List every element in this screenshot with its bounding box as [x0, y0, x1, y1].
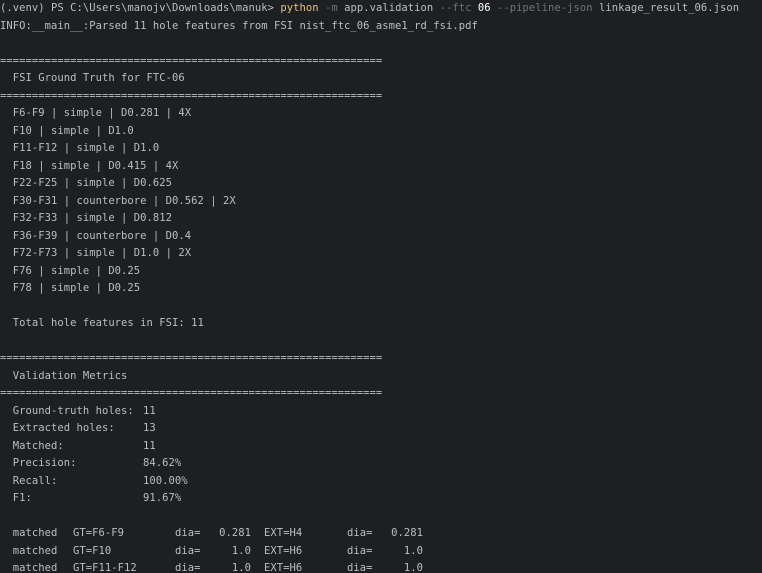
- match-gt-dia: 1.0: [231, 544, 251, 557]
- terminal-output[interactable]: (.venv) PS C:\Users\manojv\Downloads\man…: [0, 0, 762, 573]
- feature-line: F76 | simple | D0.25: [0, 264, 141, 277]
- metric-value: 11: [143, 404, 156, 417]
- match-status: matched: [0, 527, 58, 539]
- match-gt-dia: 1.0: [231, 562, 251, 573]
- metric-value: 100.00%: [143, 474, 188, 487]
- metric-row: Precision: 84.62%: [0, 455, 762, 473]
- metric-row: Recall: 100.00%: [0, 473, 762, 491]
- match-gt: GT=F6-F9: [73, 527, 124, 539]
- metric-label: Matched:: [0, 439, 64, 452]
- metric-row: Matched: 11: [0, 438, 762, 456]
- metric-label: Ground-truth holes:: [0, 404, 134, 417]
- match-dia-label: dia=: [175, 562, 201, 573]
- match-dia-label: dia=: [175, 544, 201, 557]
- match-status: matched: [0, 562, 58, 573]
- prompt-text: (.venv) PS C:\Users\manojv\Downloads\man…: [0, 2, 281, 14]
- fsi-section-title: FSI Ground Truth for FTC-06: [0, 72, 185, 84]
- match-status: matched: [0, 544, 58, 557]
- feature-line: F78 | simple | D0.25: [0, 282, 141, 294]
- total-features-line: Total hole features in FSI: 11: [0, 317, 204, 329]
- metric-value: 11: [143, 439, 156, 452]
- match-gt-dia: 0.281: [219, 527, 251, 539]
- metric-row: F1: 91.67%: [0, 490, 762, 508]
- match-ext-dia: 1.0: [403, 562, 423, 573]
- command-ftc-value: 06: [477, 2, 491, 14]
- metric-row: Extracted holes: 13: [0, 420, 762, 438]
- match-ext: EXT=H6: [264, 544, 303, 557]
- command-line: (.venv) PS C:\Users\manojv\Downloads\man…: [0, 0, 739, 18]
- feature-line: F10 | simple | D1.0: [0, 124, 134, 137]
- separator-line: ========================================…: [0, 387, 383, 399]
- command-program: python: [280, 2, 319, 14]
- feature-line: F72-F73 | simple | D1.0 | 2X: [0, 247, 192, 259]
- match-ext: EXT=H4: [264, 527, 303, 539]
- match-dia-label: dia=: [175, 527, 201, 539]
- feature-line: F18 | simple | D0.415 | 4X: [0, 159, 179, 172]
- metrics-section-title: Validation Metrics: [0, 369, 128, 382]
- command-json-file: linkage_result_06.json: [598, 2, 740, 14]
- match-gt: GT=F10: [73, 544, 112, 557]
- separator-line: ========================================…: [0, 54, 383, 67]
- feature-line: F30-F31 | counterbore | D0.562 | 2X: [0, 194, 236, 207]
- feature-line: F32-F33 | simple | D0.812: [0, 212, 173, 224]
- separator-line: ========================================…: [0, 89, 383, 102]
- command-module: app.validation: [344, 2, 434, 14]
- info-line: INFO:__main__:Parsed 11 hole features fr…: [0, 19, 478, 32]
- match-ext-dia: 0.281: [391, 527, 423, 539]
- match-row: matched GT=F6-F9 dia= 0.281 EXT=H4 dia= …: [0, 525, 762, 543]
- metric-row: Ground-truth holes: 11: [0, 403, 762, 421]
- command-flag-m: -m: [324, 2, 338, 14]
- metric-value: 91.67%: [143, 492, 182, 504]
- match-row: matched GT=F10 dia= 1.0 EXT=H6 dia= 1.0: [0, 543, 762, 561]
- command-flag-pipeline-json: --pipeline-json: [497, 2, 593, 14]
- feature-line: F36-F39 | counterbore | D0.4: [0, 229, 192, 242]
- metric-label: Extracted holes:: [0, 422, 115, 434]
- feature-line: F6-F9 | simple | D0.281 | 4X: [0, 107, 192, 119]
- match-row: matched GT=F11-F12 dia= 1.0 EXT=H6 dia= …: [0, 560, 762, 573]
- match-ext: EXT=H6: [264, 562, 303, 573]
- separator-line: ========================================…: [0, 352, 383, 364]
- command-flag-ftc: --ftc: [439, 2, 472, 14]
- metric-label: Precision:: [0, 457, 77, 469]
- feature-line: F22-F25 | simple | D0.625: [0, 177, 173, 189]
- metric-value: 84.62%: [143, 457, 182, 469]
- match-ext-dia: 1.0: [403, 544, 423, 557]
- metric-value: 13: [143, 422, 156, 434]
- match-gt: GT=F11-F12: [73, 562, 137, 573]
- feature-line: F11-F12 | simple | D1.0: [0, 142, 160, 154]
- metric-label: F1:: [0, 492, 32, 504]
- match-dia-label: dia=: [347, 527, 373, 539]
- metric-label: Recall:: [0, 474, 58, 487]
- match-dia-label: dia=: [347, 562, 373, 573]
- match-dia-label: dia=: [347, 544, 373, 557]
